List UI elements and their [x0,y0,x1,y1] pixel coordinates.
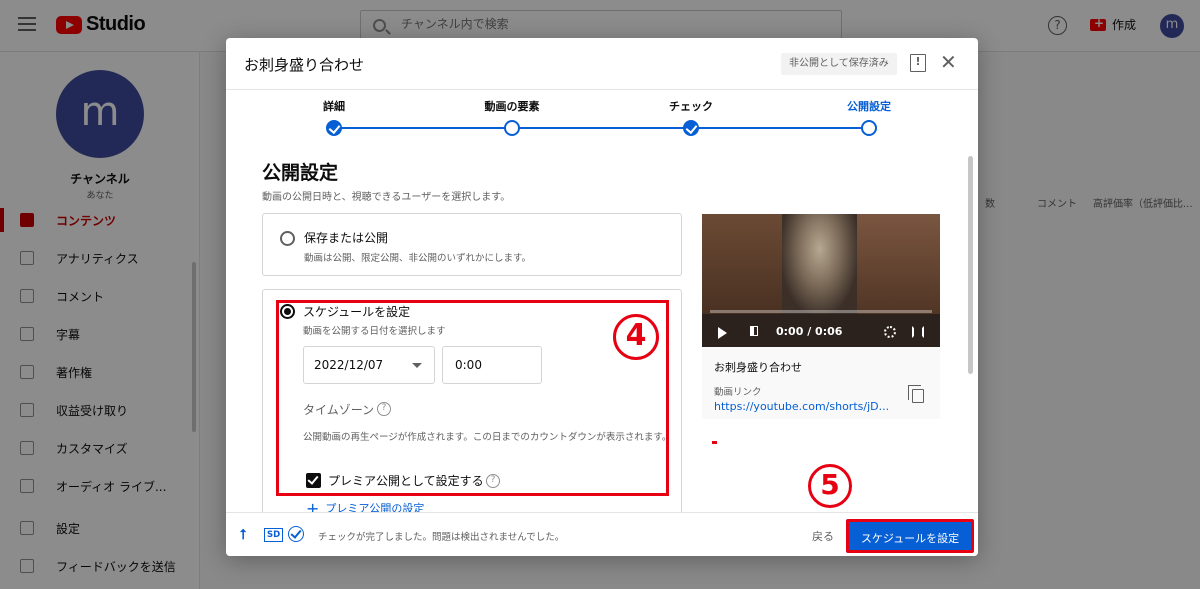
video-progress-bar[interactable] [710,310,932,313]
video-link-label: 動画リンク [714,387,762,398]
copy-icon[interactable] [908,385,924,403]
schedule-button[interactable]: スケジュールを設定 [846,519,974,553]
back-button[interactable]: 戻る [812,528,834,544]
step-visibility[interactable]: 公開設定 [809,98,929,114]
video-time: 0:00 / 0:06 [776,325,843,338]
play-icon[interactable] [718,327,727,339]
player-controls: 0:00 / 0:06 [702,318,940,347]
check-complete-icon [288,526,304,542]
dialog-footer: ⭡ SD チェックが完了しました。問題は検出されませんでした。 戻る スケジュー… [226,512,978,556]
dialog-header: お刺身盛り合わせ 非公開として保存済み ! ✕ [226,38,978,90]
step-video-elements-dot [504,120,520,136]
video-frame-right [857,214,940,314]
step-details[interactable]: 詳細 [274,98,394,114]
annotation-marker-4: 4 [613,314,659,360]
section-title: 公開設定 [262,162,339,184]
step-checks[interactable]: チェック [631,98,751,114]
player-settings-icon[interactable] [884,326,896,338]
upload-stepper: 詳細 動画の要素 チェック 公開設定 [226,90,978,142]
saved-status-badge: 非公開として保存済み [781,53,897,75]
dialog-scrollbar[interactable] [968,156,973,374]
step-visibility-dot [861,120,877,136]
video-info-panel: お刺身盛り合わせ 動画リンク https://youtube.com/short… [702,347,940,419]
step-video-elements[interactable]: 動画の要素 [452,98,572,114]
upload-icon: ⭡ [240,527,247,543]
volume-icon[interactable] [750,326,758,336]
save-or-publish-desc: 動画は公開、限定公開、非公開のいずれかにします。 [304,253,532,264]
report-issue-icon[interactable]: ! [910,54,926,72]
fullscreen-icon[interactable] [912,326,924,338]
video-frame-food [782,214,857,314]
dialog-title: お刺身盛り合わせ [244,56,365,74]
save-or-publish-card[interactable]: 保存または公開 動画は公開、限定公開、非公開のいずれかにします。 [262,213,682,276]
step-details-check-icon [326,120,342,136]
stepper-line [334,127,869,129]
annotation-mark [712,441,717,444]
save-or-publish-title: 保存または公開 [304,231,389,245]
video-preview[interactable]: 0:00 / 0:06 [702,214,940,347]
video-link[interactable]: https://youtube.com/shorts/jD... [714,400,889,413]
close-icon[interactable]: ✕ [940,52,957,72]
visibility-dialog: お刺身盛り合わせ 非公開として保存済み ! ✕ 詳細 動画の要素 チェック 公開… [226,38,978,556]
section-description: 動画の公開日時と、視聴できるユーザーを選択します。 [262,192,511,203]
save-or-publish-radio[interactable] [280,231,295,246]
video-title: お刺身盛り合わせ [714,361,802,374]
video-frame-left [702,214,784,314]
annotation-marker-5: 5 [808,464,852,508]
sd-badge-icon: SD [264,528,284,542]
step-checks-check-icon [683,120,699,136]
check-status-text: チェックが完了しました。問題は検出されませんでした。 [318,532,565,543]
annotation-box-4 [276,300,669,496]
